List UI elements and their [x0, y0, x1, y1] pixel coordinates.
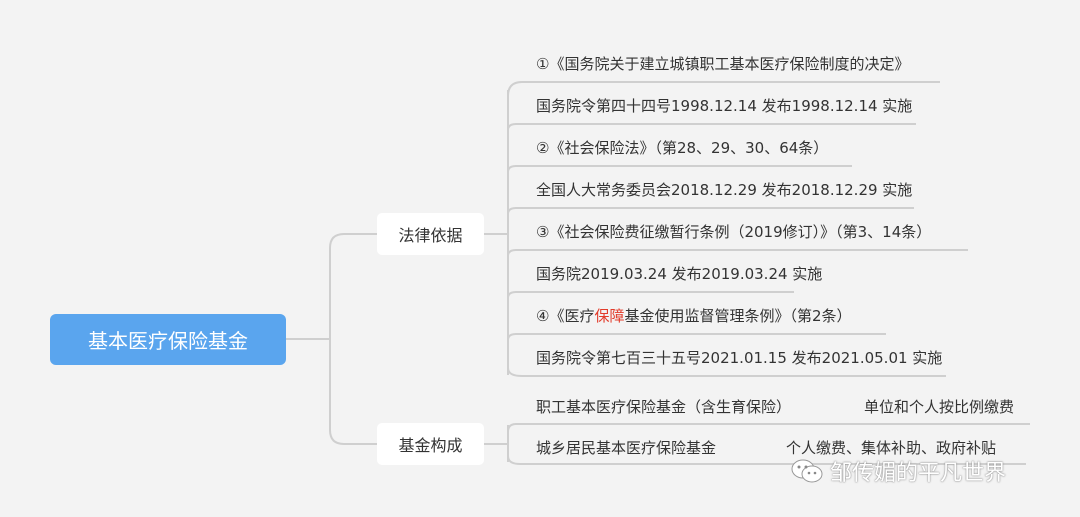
connector-branch-1 [329, 233, 377, 339]
leaf-node[interactable]: ②《社会保险法》（第28、29、30、64条） [536, 138, 828, 158]
leaf-node[interactable]: 职工基本医疗保险基金（含生育保险） [536, 397, 791, 417]
highlight-text: 保障 [594, 307, 625, 325]
connector-branch-2 [329, 339, 377, 445]
leaf-node[interactable]: ③《社会保险费征缴暂行条例（2019修订）》（第3、14条） [536, 222, 931, 242]
underline-leaf-5 [507, 249, 968, 257]
underline-leaf-8 [507, 367, 946, 377]
underline-leaf-3 [507, 165, 852, 173]
watermark: 邹传媚的平凡世界 [790, 455, 1006, 487]
branch-node-legal-basis[interactable]: 法律依据 [377, 213, 484, 255]
underline-leaf-4 [507, 207, 914, 215]
branch-node-fund-composition[interactable]: 基金构成 [377, 423, 484, 465]
leaf-node[interactable]: ④《医疗保障基金使用监督管理条例》（第2条） [536, 306, 852, 326]
underline-leaf-2 [507, 123, 916, 131]
leaf-node[interactable]: 国务院2019.03.24 发布2019.03.24 实施 [536, 264, 822, 284]
mind-map: 基本医疗保险基金 法律依据 基金构成 ①《国务院关于建立城镇职工基本医疗保险制度… [0, 0, 1080, 517]
underline-leaf-6 [507, 291, 794, 299]
leaf-node[interactable]: 城乡居民基本医疗保险基金 [536, 438, 716, 458]
root-node[interactable]: 基本医疗保险基金 [50, 314, 286, 365]
leaf-side-note[interactable]: 单位和个人按比例缴费 [864, 397, 1014, 417]
underline-leaf-7 [507, 333, 886, 341]
leaf-node[interactable]: 国务院令第四十四号1998.12.14 发布1998.12.14 实施 [536, 96, 912, 116]
wechat-icon [791, 459, 823, 483]
underline-leaf-1 [507, 81, 940, 97]
leaf-node[interactable]: 国务院令第七百三十五号2021.01.15 发布2021.05.01 实施 [536, 348, 942, 368]
leaf-node[interactable]: 全国人大常务委员会2018.12.29 发布2018.12.29 实施 [536, 180, 912, 200]
watermark-text: 邹传媚的平凡世界 [830, 461, 1007, 486]
leaf-node[interactable]: ①《国务院关于建立城镇职工基本医疗保险制度的决定》 [536, 54, 909, 74]
underline-leaf-9 [507, 423, 1030, 433]
